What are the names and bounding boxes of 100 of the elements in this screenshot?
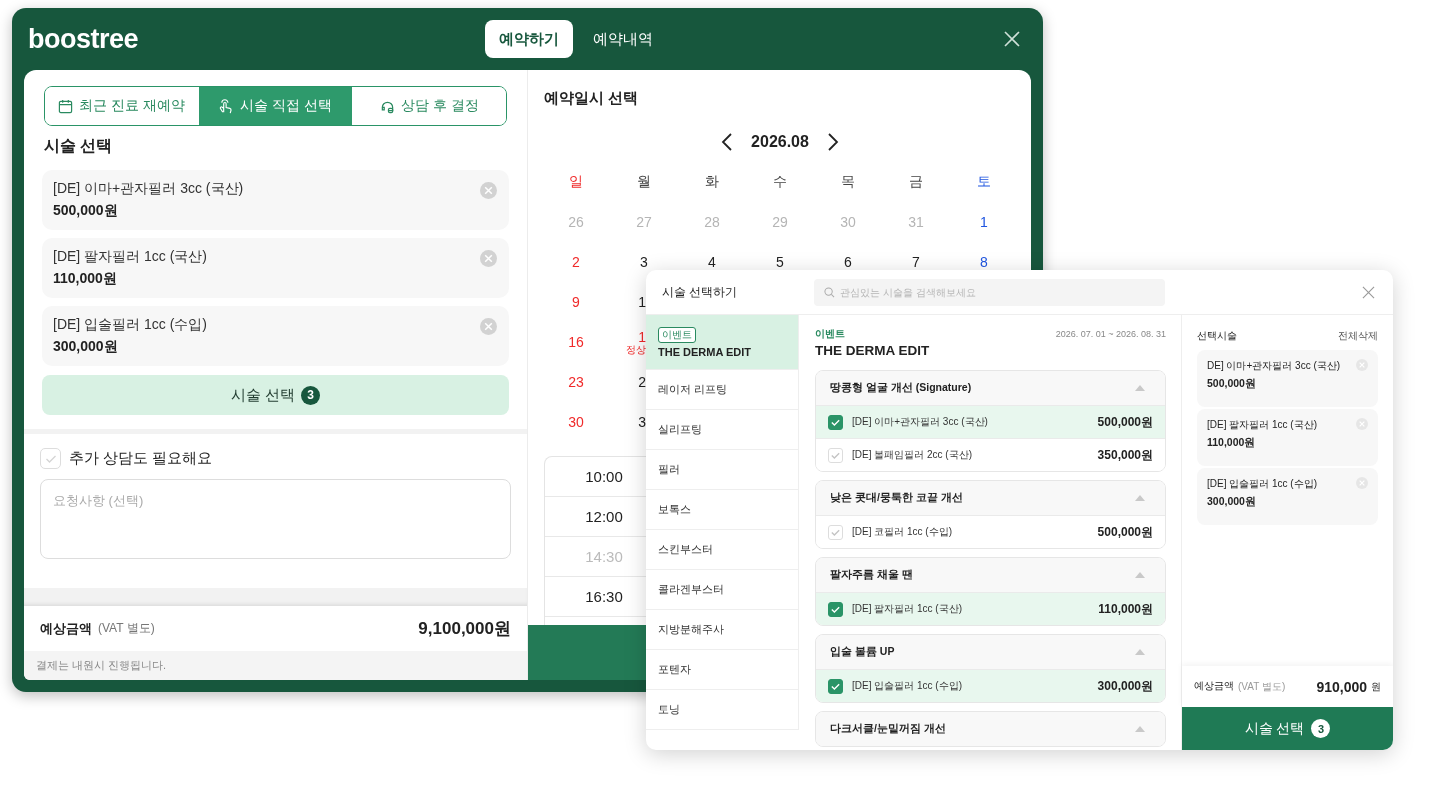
event-title: THE DERMA EDIT <box>815 343 931 358</box>
calendar-day[interactable]: 30 <box>568 414 584 430</box>
caret-icon[interactable] <box>1135 495 1145 501</box>
category-item[interactable]: 포텐자 <box>646 650 798 690</box>
calendar-day[interactable]: 5 <box>776 254 784 270</box>
category-item[interactable]: 이벤트 THE DERMA EDIT <box>646 315 798 370</box>
vat-note: (VAT 별도) <box>98 620 155 637</box>
currency-unit: 원 <box>1371 679 1381 694</box>
select-treatment-button[interactable]: 시술 선택 3 <box>42 375 509 415</box>
treatment-name: [DE] 입술필러 1cc (수입) <box>53 316 208 334</box>
remove-icon[interactable] <box>480 318 497 335</box>
count-badge: 3 <box>1311 719 1331 738</box>
category-label: 콜라겐부스터 <box>658 582 725 597</box>
treatment-option[interactable]: [DE] 볼패임필러 2cc (국산) 350,000원 <box>816 438 1165 471</box>
treatment-price: 300,000원 <box>1207 495 1257 509</box>
category-item[interactable]: 콜라겐부스터 <box>646 570 798 610</box>
calendar-day[interactable]: 3 <box>638 414 646 430</box>
category-item[interactable]: 레이저 리프팅 <box>646 370 798 410</box>
calendar-day[interactable]: 3 <box>640 254 648 270</box>
remove-icon[interactable] <box>1356 477 1368 489</box>
option-price: 350,000원 <box>1097 446 1153 464</box>
mode-tab[interactable]: 시술 직접 선택 <box>198 87 353 125</box>
count-badge: 3 <box>301 385 321 405</box>
category-label: 실리프팅 <box>658 422 703 437</box>
remove-icon[interactable] <box>480 250 497 267</box>
calendar-day[interactable]: 4 <box>708 254 716 270</box>
section-title: 시술 선택 <box>44 136 114 156</box>
category-item[interactable]: 토닝 <box>646 690 798 730</box>
dialog-title: 시술 선택하기 <box>662 284 738 299</box>
checkbox-label: 추가 상담도 필요해요 <box>69 449 213 468</box>
category-item[interactable]: 지방분해주사 <box>646 610 798 650</box>
option-price: 110,000원 <box>1098 600 1153 618</box>
category-label: 필러 <box>658 462 681 477</box>
event-tag: 이벤트 <box>815 327 845 341</box>
close-icon[interactable] <box>1362 285 1375 299</box>
header-tab[interactable]: 예약하기 <box>485 20 573 58</box>
estimate-amount: 9,100,000원 <box>418 618 511 640</box>
calendar-day[interactable]: 1 <box>980 214 988 230</box>
caret-icon[interactable] <box>1135 649 1145 655</box>
remove-icon[interactable] <box>1356 359 1368 371</box>
category-label: 레이저 리프팅 <box>658 382 728 397</box>
weekday-label: 금 <box>909 173 923 191</box>
group-title: 낮은 콧대/뭉툭한 코끝 개선 <box>830 491 963 505</box>
treatment-option[interactable]: [DE] 이마+관자필러 3cc (국산) 500,000원 <box>816 405 1165 438</box>
category-item[interactable]: 보톡스 <box>646 490 798 530</box>
option-name: [DE] 입술필러 1cc (수입) <box>852 679 963 693</box>
chevron-left-icon[interactable] <box>721 133 734 151</box>
category-item[interactable]: 실리프팅 <box>646 410 798 450</box>
remove-icon[interactable] <box>1356 418 1368 430</box>
weekday-label: 목 <box>841 173 855 191</box>
treatment-option[interactable]: [DE] 팔자필러 1cc (국산) 110,000원 <box>816 592 1165 625</box>
calendar-day[interactable]: 2 <box>572 254 580 270</box>
caret-icon[interactable] <box>1135 726 1145 732</box>
treatment-price: 500,000원 <box>53 202 119 220</box>
calendar-day[interactable]: 23 <box>568 374 584 390</box>
category-item[interactable]: 필러 <box>646 450 798 490</box>
option-name: [DE] 볼패임필러 2cc (국산) <box>852 448 973 462</box>
option-price: 300,000원 <box>1097 677 1153 695</box>
treatment-name: [DE] 이마+관자필러 3cc (국산) <box>53 180 245 198</box>
search-icon <box>824 286 835 298</box>
category-item[interactable]: 스킨부스터 <box>646 530 798 570</box>
weekday-label: 월 <box>637 173 651 191</box>
treatment-name: [DE] 팔자필러 1cc (국산) <box>53 248 208 266</box>
checkbox[interactable] <box>828 601 843 617</box>
treatment-price: 110,000원 <box>53 270 118 288</box>
calendar-day[interactable]: 1 <box>638 329 646 345</box>
estimate-amount: 910,000 <box>1316 678 1367 695</box>
weekday-label: 화 <box>705 173 719 191</box>
chevron-right-icon[interactable] <box>826 133 839 151</box>
treatment-option[interactable]: [DE] 입술필러 1cc (수입) 300,000원 <box>816 669 1165 702</box>
vat-note: (VAT 별도) <box>1238 679 1286 694</box>
remove-icon[interactable] <box>480 182 497 199</box>
weekday-label: 수 <box>773 173 787 191</box>
category-label: 스킨부스터 <box>658 542 714 557</box>
treatment-price: 300,000원 <box>53 338 119 356</box>
calendar-day[interactable]: 2 <box>638 374 646 390</box>
calendar-icon <box>58 98 74 114</box>
caret-icon[interactable] <box>1135 572 1145 578</box>
checkbox[interactable] <box>828 678 843 694</box>
calendar-day[interactable]: 8 <box>980 254 988 270</box>
calendar-day[interactable]: 16 <box>568 334 584 350</box>
calendar-day[interactable]: 6 <box>844 254 852 270</box>
category-label: 포텐자 <box>658 662 692 677</box>
treatment-name: [DE] 팔자필러 1cc (국산) <box>1207 418 1318 432</box>
caret-icon[interactable] <box>1135 385 1145 391</box>
calendar-day[interactable]: 1 <box>638 294 646 310</box>
calendar-day[interactable]: 7 <box>912 254 920 270</box>
cart-title: 선택시술 <box>1197 329 1237 343</box>
select-treatment-button[interactable]: 시술 선택 3 <box>1182 707 1393 750</box>
clear-all-link[interactable]: 전체삭제 <box>1338 329 1378 343</box>
header-tab[interactable]: 예약내역 <box>579 20 667 58</box>
checkbox[interactable] <box>828 414 843 430</box>
request-field[interactable]: 요청사항 (선택) <box>40 479 511 559</box>
treatment-option[interactable]: [DE] 코필러 1cc (수입) 500,000원 <box>816 515 1165 548</box>
group-title: 다크서클/눈밑꺼짐 개선 <box>830 722 946 736</box>
calendar-day[interactable]: 9 <box>572 294 580 310</box>
weekday-label: 토 <box>977 173 991 191</box>
treatment-price: 500,000원 <box>1207 377 1257 391</box>
group-title: 땅콩형 얼굴 개선 (Signature) <box>830 381 972 395</box>
month-label: 2026.08 <box>751 133 809 151</box>
